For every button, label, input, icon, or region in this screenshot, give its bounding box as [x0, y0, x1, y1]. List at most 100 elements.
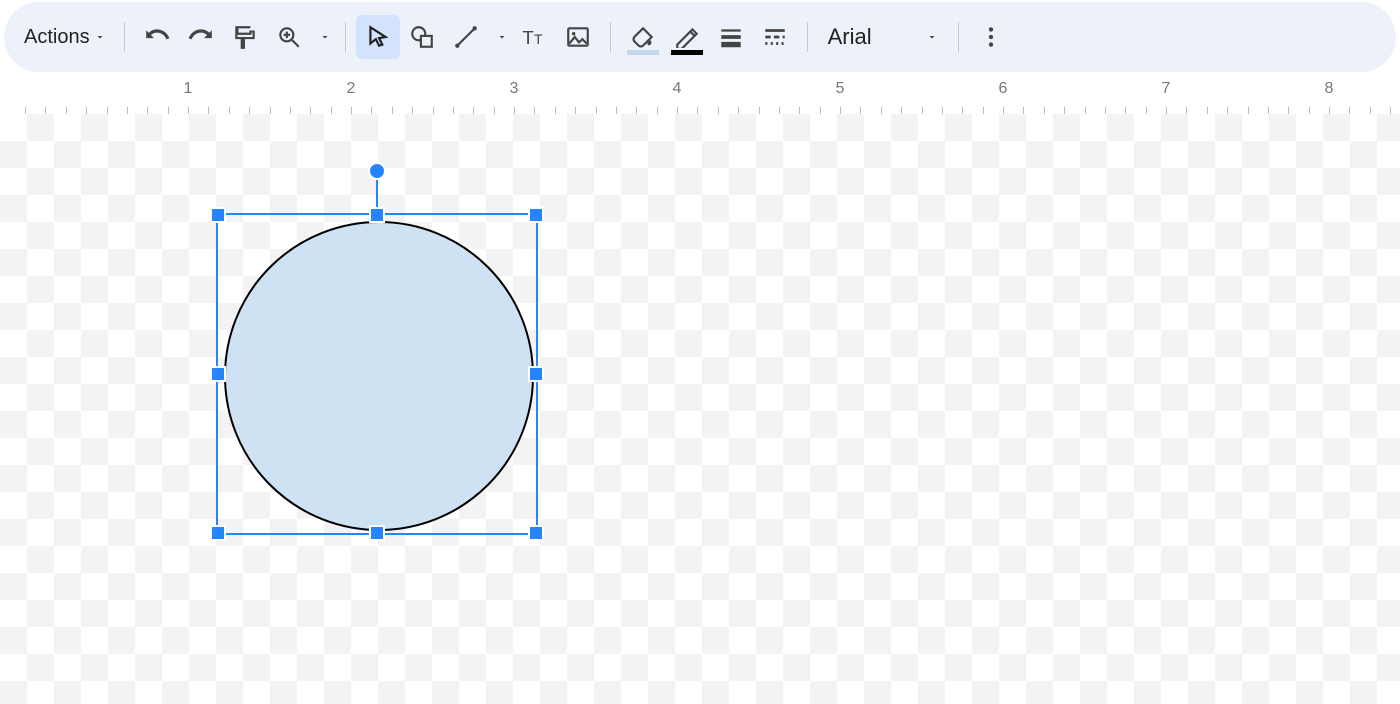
font-family-select[interactable]: Arial: [818, 24, 948, 50]
fill-color-swatch: [627, 50, 659, 55]
ruler-tick: [1146, 107, 1147, 114]
ruler-number: 4: [673, 80, 682, 98]
ruler-tick: [290, 107, 291, 114]
ruler-tick: [1003, 107, 1004, 114]
zoom-group: [267, 15, 335, 59]
more-options-button[interactable]: [969, 15, 1013, 59]
ruler-tick: [270, 107, 271, 114]
ruler-tick: [799, 107, 800, 114]
drawing-canvas[interactable]: [0, 114, 1400, 704]
border-color-button[interactable]: [665, 15, 709, 59]
actions-menu-button[interactable]: Actions: [16, 22, 114, 53]
resize-handle-ne[interactable]: [528, 207, 544, 223]
ruler-tick: [860, 107, 861, 114]
ruler-tick: [331, 107, 332, 114]
ruler-tick: [596, 107, 597, 114]
toolbar: Actions TT: [4, 2, 1396, 72]
line-dropdown[interactable]: [492, 15, 512, 59]
ruler-tick: [922, 107, 923, 114]
ruler-tick: [1044, 107, 1045, 114]
redo-button[interactable]: [179, 15, 223, 59]
ruler-tick: [983, 107, 984, 114]
border-color-swatch: [671, 50, 703, 55]
caret-down-icon: [94, 31, 106, 43]
rotation-handle[interactable]: [368, 162, 386, 180]
fill-color-button[interactable]: [621, 15, 665, 59]
ruler-number: 6: [999, 80, 1008, 98]
ruler-tick: [473, 107, 474, 114]
ruler-tick: [759, 107, 760, 114]
ruler-tick: [249, 107, 250, 114]
zoom-dropdown[interactable]: [315, 15, 335, 59]
border-dash-button[interactable]: [753, 15, 797, 59]
ruler-tick: [1329, 107, 1330, 114]
ruler-tick: [208, 107, 209, 114]
redo-icon: [188, 24, 214, 50]
ruler-tick: [697, 107, 698, 114]
ruler-tick: [371, 107, 372, 114]
undo-icon: [144, 24, 170, 50]
ruler-tick: [718, 107, 719, 114]
ruler-tick: [168, 107, 169, 114]
resize-handle-n[interactable]: [369, 207, 385, 223]
ruler-tick: [1064, 107, 1065, 114]
ruler-tick: [820, 107, 821, 114]
line-tool-button[interactable]: [444, 15, 488, 59]
selection-box: [216, 213, 538, 535]
ruler-tick: [840, 107, 841, 114]
border-dash-icon: [762, 24, 788, 50]
transparency-background: [0, 114, 1400, 704]
resize-handle-nw[interactable]: [210, 207, 226, 223]
shape-tool-button[interactable]: [400, 15, 444, 59]
line-icon: [453, 24, 479, 50]
ruler-tick: [45, 107, 46, 114]
ruler-tick: [1268, 107, 1269, 114]
undo-button[interactable]: [135, 15, 179, 59]
ruler-number: 2: [347, 80, 356, 98]
ruler-tick: [1288, 107, 1289, 114]
ruler-tick: [1186, 107, 1187, 114]
ruler-tick: [677, 107, 678, 114]
ruler-tick: [1023, 107, 1024, 114]
ruler-tick: [433, 107, 434, 114]
ruler-tick: [351, 107, 352, 114]
ruler-tick: [881, 107, 882, 114]
resize-handle-se[interactable]: [528, 525, 544, 541]
ruler-tick: [127, 107, 128, 114]
line-group: [444, 15, 512, 59]
ruler-tick: [86, 107, 87, 114]
ruler-tick: [310, 107, 311, 114]
ruler-tick: [514, 107, 515, 114]
resize-handle-s[interactable]: [369, 525, 385, 541]
image-icon: [565, 24, 591, 50]
ruler-tick: [1125, 107, 1126, 114]
ruler-tick: [738, 107, 739, 114]
separator: [610, 22, 611, 52]
caret-down-icon: [496, 31, 508, 43]
zoom-button[interactable]: [267, 15, 311, 59]
ruler-tick: [616, 107, 617, 114]
ruler-number: 7: [1162, 80, 1171, 98]
border-weight-icon: [718, 24, 744, 50]
more-icon: [978, 24, 1004, 50]
paint-format-button[interactable]: [223, 15, 267, 59]
border-color-icon: [674, 26, 700, 48]
resize-handle-w[interactable]: [210, 366, 226, 382]
ruler-tick: [1349, 107, 1350, 114]
ruler-number: 8: [1325, 80, 1334, 98]
separator: [124, 22, 125, 52]
ruler-tick: [636, 107, 637, 114]
resize-handle-sw[interactable]: [210, 525, 226, 541]
separator: [345, 22, 346, 52]
ruler-tick: [657, 107, 658, 114]
fill-color-icon: [630, 26, 656, 48]
resize-handle-e[interactable]: [528, 366, 544, 382]
image-tool-button[interactable]: [556, 15, 600, 59]
border-weight-button[interactable]: [709, 15, 753, 59]
textbox-tool-button[interactable]: TT: [512, 15, 556, 59]
ruler-tick: [534, 107, 535, 114]
separator: [958, 22, 959, 52]
select-tool-button[interactable]: [356, 15, 400, 59]
paint-format-icon: [232, 24, 258, 50]
ruler-tick: [1207, 107, 1208, 114]
